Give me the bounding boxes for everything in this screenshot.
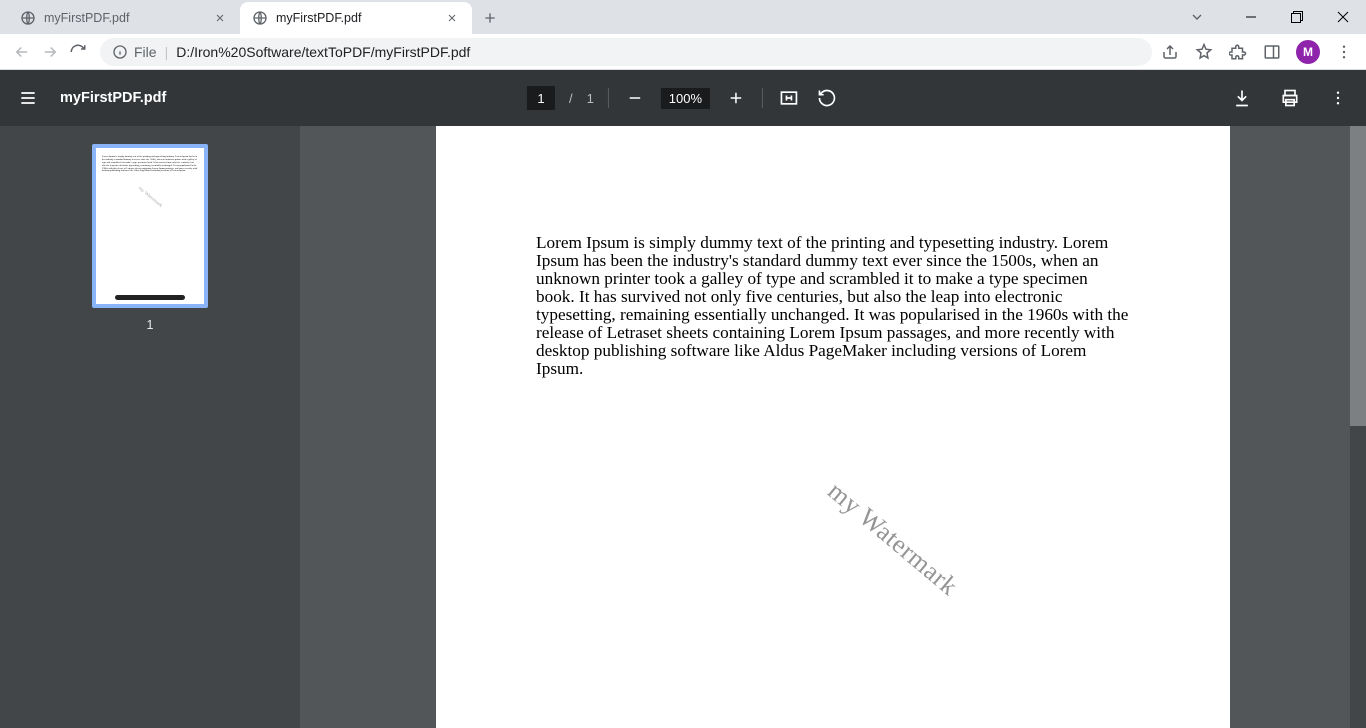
thumbnail-watermark: my Watermark [137,186,163,209]
info-icon [112,44,128,60]
window-controls [1174,0,1366,34]
share-icon[interactable] [1160,42,1180,62]
pdf-page: Lorem Ipsum is simply dummy text of the … [436,126,1230,728]
toolbar-divider [762,88,763,108]
vertical-scrollbar[interactable] [1350,126,1366,728]
pdf-toolbar: myFirstPDF.pdf / 1 100% [0,70,1366,126]
globe-icon [20,10,36,26]
tab-strip: myFirstPDF.pdf myFirstPDF.pdf [0,0,1366,34]
page-number-input[interactable] [527,86,555,110]
zoom-level: 100% [661,88,710,109]
zoom-in-button[interactable] [724,86,748,110]
globe-icon [252,10,268,26]
maximize-button[interactable] [1274,0,1320,34]
page-thumbnail[interactable]: Lorem Ipsum is simply dummy text of the … [92,144,208,308]
address-bar[interactable]: File | D:/Iron%20Software/textToPDF/myFi… [100,38,1152,66]
thumbnail-footer-bar [115,295,185,300]
new-tab-button[interactable] [476,4,504,32]
page-total: 1 [587,91,594,106]
rotate-button[interactable] [815,86,839,110]
pdf-canvas[interactable]: Lorem Ipsum is simply dummy text of the … [300,126,1366,728]
toolbar: File | D:/Iron%20Software/textToPDF/myFi… [0,34,1366,70]
tab-search-button[interactable] [1174,0,1220,34]
back-button[interactable] [8,38,36,66]
profile-avatar[interactable]: M [1296,40,1320,64]
bookmark-icon[interactable] [1194,42,1214,62]
download-button[interactable] [1230,86,1254,110]
sidepanel-icon[interactable] [1262,42,1282,62]
forward-button[interactable] [36,38,64,66]
thumbnail-pane: Lorem Ipsum is simply dummy text of the … [0,126,300,728]
extensions-icon[interactable] [1228,42,1248,62]
fit-page-button[interactable] [777,86,801,110]
print-button[interactable] [1278,86,1302,110]
page-body-text: Lorem Ipsum is simply dummy text of the … [536,234,1130,379]
tab-title: myFirstPDF.pdf [276,11,361,25]
pdf-viewer: myFirstPDF.pdf / 1 100% Lorem Ipsum is s… [0,70,1366,728]
reload-button[interactable] [64,38,92,66]
pdf-center-controls: / 1 100% [527,86,839,110]
toolbar-divider [608,88,609,108]
close-tab-button[interactable] [212,10,228,26]
toolbar-right: M [1160,40,1358,64]
close-window-button[interactable] [1320,0,1366,34]
thumbnail-page-number: 1 [147,318,154,332]
browser-tab[interactable]: myFirstPDF.pdf [8,2,240,34]
page-watermark: my Watermark [822,476,964,602]
minimize-button[interactable] [1228,0,1274,34]
url-path: D:/Iron%20Software/textToPDF/myFirstPDF.… [176,44,470,60]
avatar-initial: M [1303,45,1313,59]
scrollbar-thumb[interactable] [1350,126,1366,426]
url-separator: | [165,44,169,60]
browser-tab-active[interactable]: myFirstPDF.pdf [240,2,472,34]
url-scheme: File [134,44,157,60]
zoom-out-button[interactable] [623,86,647,110]
pdf-toolbar-right [1230,86,1350,110]
close-tab-button[interactable] [444,10,460,26]
sidebar-toggle-button[interactable] [16,86,40,110]
kebab-menu-icon[interactable] [1334,42,1354,62]
more-menu-button[interactable] [1326,86,1350,110]
tab-title: myFirstPDF.pdf [44,11,129,25]
pdf-title: myFirstPDF.pdf [60,90,166,106]
thumbnail-preview-text: Lorem Ipsum is simply dummy text of the … [96,148,204,173]
page-separator: / [569,91,573,106]
pdf-body: Lorem Ipsum is simply dummy text of the … [0,126,1366,728]
